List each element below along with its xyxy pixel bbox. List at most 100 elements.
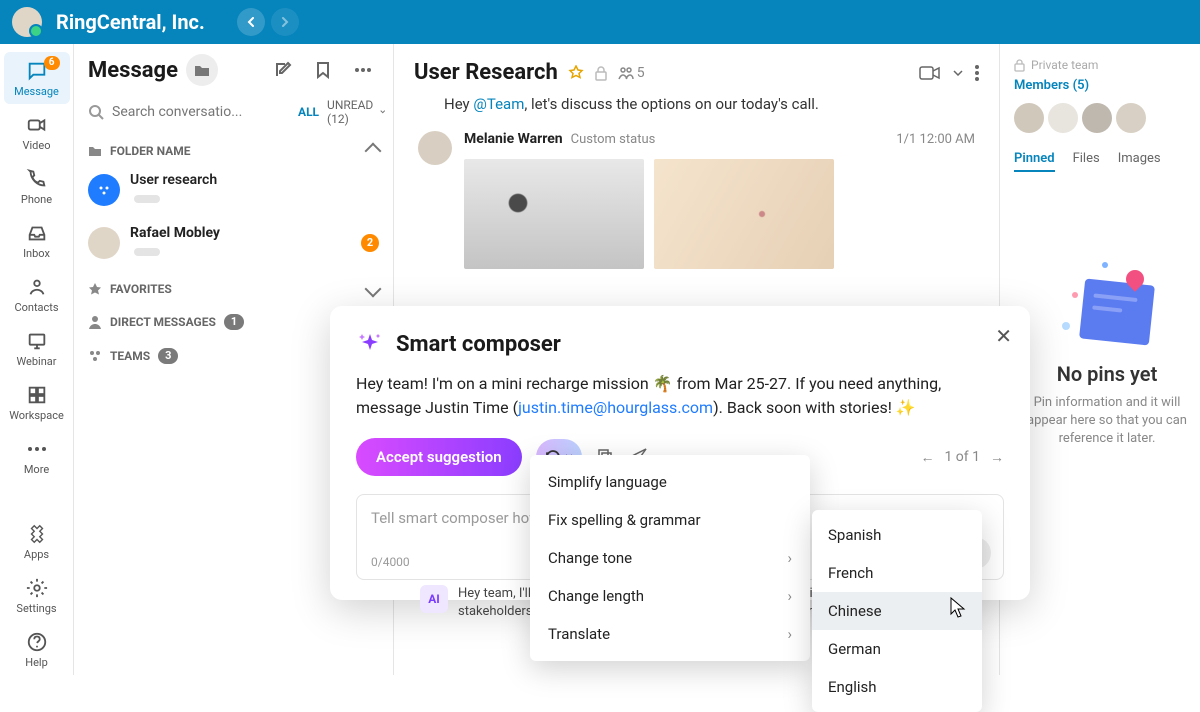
rail-apps[interactable]: Apps	[4, 515, 70, 567]
history-nav	[237, 8, 299, 36]
chat-title: User Research	[414, 60, 558, 85]
message-time: 1/1 12:00 AM	[896, 132, 975, 147]
chevron-down-icon	[365, 281, 382, 298]
folder-section[interactable]: FOLDER NAME	[88, 144, 379, 158]
chevron-right-icon: ›	[787, 549, 792, 567]
filter-unread[interactable]: UNREAD (12)	[327, 98, 385, 126]
rail-contacts[interactable]: Contacts	[4, 268, 70, 320]
lock-icon	[1014, 59, 1025, 72]
nav-forward-icon[interactable]	[271, 8, 299, 36]
lang-french[interactable]: French	[812, 554, 982, 592]
favorites-section[interactable]: FAVORITES	[88, 282, 379, 296]
inbox-icon	[25, 221, 49, 245]
rail-settings[interactable]: Settings	[4, 569, 70, 621]
profile-avatar[interactable]	[12, 7, 42, 37]
dropdown-change-tone[interactable]: Change tone›	[530, 539, 810, 577]
sender-status: Custom status	[571, 132, 656, 147]
nopins-body: Pin information and it will appear here …	[1014, 394, 1200, 449]
suggestion-text: Hey team! I'm on a mini recharge mission…	[356, 372, 1004, 420]
cursor-icon	[948, 596, 968, 620]
ai-badge-icon: AI	[420, 585, 448, 613]
team-avatar-icon	[88, 174, 120, 206]
sparkle-icon	[356, 330, 384, 358]
conversation-item[interactable]: User research	[88, 168, 379, 211]
lang-german[interactable]: German	[812, 630, 982, 668]
search-input[interactable]	[112, 104, 290, 120]
filter-all[interactable]: ALL	[298, 105, 319, 119]
app-header: RingCentral, Inc.	[0, 0, 1200, 44]
rewrite-dropdown: Simplify language Fix spelling & grammar…	[530, 455, 810, 661]
dots-icon[interactable]	[347, 54, 379, 86]
brand-title: RingCentral, Inc.	[56, 10, 205, 34]
webinar-icon	[25, 329, 49, 353]
dropdown-translate[interactable]: Translate›	[530, 615, 810, 653]
member-avatar[interactable]	[1082, 103, 1112, 133]
tab-pinned[interactable]: Pinned	[1014, 151, 1055, 172]
dropdown-simplify[interactable]: Simplify language	[530, 463, 810, 501]
composer-title: Smart composer	[396, 332, 561, 357]
detail-tabs: Pinned Files Images	[1014, 151, 1200, 172]
image-attachment[interactable]	[654, 159, 834, 269]
rail-help[interactable]: Help	[4, 623, 70, 675]
more-icon	[25, 437, 49, 461]
rail-workspace[interactable]: Workspace	[4, 376, 70, 428]
image-attachment[interactable]	[464, 159, 644, 269]
chevron-right-icon: ›	[787, 587, 792, 605]
sender-name: Melanie Warren	[464, 131, 563, 147]
pager-prev-icon[interactable]: ←	[920, 449, 934, 466]
kebab-icon[interactable]	[975, 65, 979, 81]
close-icon[interactable]: ✕	[995, 324, 1012, 348]
rail-webinar[interactable]: Webinar	[4, 322, 70, 374]
gear-icon	[25, 576, 49, 600]
member-avatar[interactable]	[1116, 103, 1146, 133]
member-avatar[interactable]	[1048, 103, 1078, 133]
suggestion-pager: ← 1 of 1 →	[920, 449, 1004, 466]
accept-suggestion-button[interactable]: Accept suggestion	[356, 438, 522, 476]
members-icon[interactable]: 5	[618, 65, 645, 81]
rail-more[interactable]: More	[4, 430, 70, 482]
search-icon	[88, 104, 104, 120]
teams-icon	[88, 349, 102, 363]
tab-files[interactable]: Files	[1073, 151, 1100, 172]
rail-inbox[interactable]: Inbox	[4, 214, 70, 266]
chevron-down-icon[interactable]	[953, 70, 963, 76]
lang-spanish[interactable]: Spanish	[812, 516, 982, 554]
email-link[interactable]: justin.time@hourglass.com	[518, 398, 713, 417]
dropdown-change-length[interactable]: Change length›	[530, 577, 810, 615]
conversation-item[interactable]: Rafael Mobley 2	[88, 221, 379, 264]
help-icon	[25, 630, 49, 654]
member-avatar[interactable]	[1014, 103, 1044, 133]
nav-back-icon[interactable]	[237, 8, 265, 36]
bookmark-icon[interactable]	[307, 54, 339, 86]
user-avatar-icon	[88, 227, 120, 259]
folder-icon	[88, 145, 102, 157]
message-row: Melanie Warren Custom status 1/1 12:00 A…	[394, 127, 999, 273]
members-link[interactable]: Members (5)	[1014, 78, 1200, 93]
rail-video[interactable]: Video	[4, 106, 70, 158]
private-label: Private team	[1014, 58, 1200, 72]
unread-badge: 2	[361, 234, 379, 252]
rail-message[interactable]: 6 Message	[4, 52, 70, 104]
chevron-right-icon: ›	[787, 625, 792, 643]
start-video-icon[interactable]	[919, 65, 941, 81]
intro-message: Hey @Team, let's discuss the options on …	[394, 95, 999, 127]
pager-next-icon[interactable]: →	[990, 449, 1004, 466]
compose-icon[interactable]	[267, 54, 299, 86]
workspace-icon	[25, 383, 49, 407]
chevron-up-icon	[365, 143, 382, 160]
star-icon	[88, 282, 102, 296]
details-panel: Private team Members (5) Pinned Files Im…	[1000, 44, 1200, 675]
contacts-icon	[25, 275, 49, 299]
nopins-title: No pins yet	[1014, 362, 1200, 386]
dropdown-fix-spelling[interactable]: Fix spelling & grammar	[530, 501, 810, 539]
sidebar-title: Message	[88, 58, 178, 83]
nav-rail: 6 Message Video Phone Inbox Contacts Web…	[0, 44, 74, 675]
star-outline-icon[interactable]	[568, 65, 584, 81]
sender-avatar[interactable]	[418, 131, 452, 165]
lang-english[interactable]: English	[812, 668, 982, 706]
apps-icon	[25, 522, 49, 546]
tab-images[interactable]: Images	[1118, 151, 1161, 172]
folder-filter-icon[interactable]	[186, 54, 218, 86]
rail-phone[interactable]: Phone	[4, 160, 70, 212]
phone-icon	[25, 167, 49, 191]
